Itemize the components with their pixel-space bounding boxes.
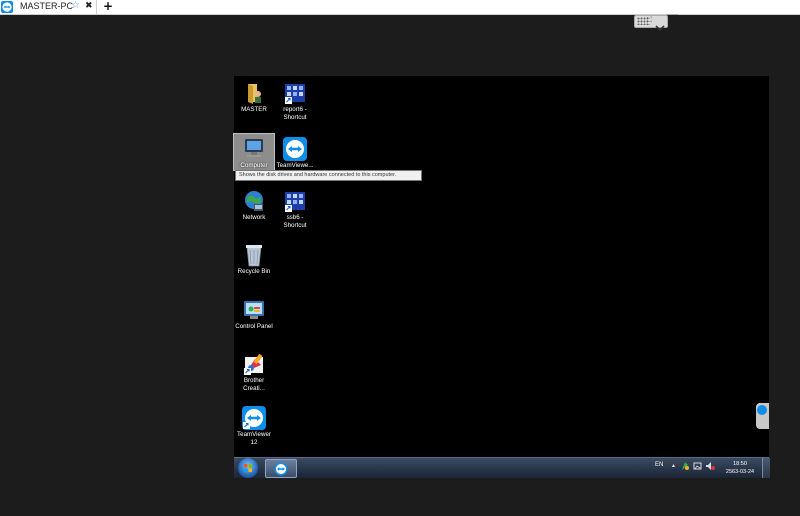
desktop-icon-computer[interactable]: Computer [233,133,275,171]
toolbar-handle-line [666,14,678,15]
control-panel-icon [241,297,267,323]
desktop-icon-report6-shortcut[interactable]: report6 - Shortcut [275,80,315,122]
desktop-icon-teamviewer[interactable]: TeamViewe... [275,134,315,170]
desktop-icon-ssb6-shortcut[interactable]: ssb6 - Shortcut [275,188,315,230]
teamviewer-side-panel-handle[interactable] [756,403,769,429]
taskbar-teamviewer-button[interactable] [265,459,297,478]
start-button[interactable] [238,458,258,478]
tab-bar: MASTER-PC ☆ ✖ + [0,0,800,15]
brother-icon [241,351,267,377]
desktop-icon-label: ssb6 - Shortcut [283,214,307,229]
fullscreen-icon[interactable]: ⛶ [647,15,652,26]
app-shortcut-icon [282,80,308,106]
desktop-icon-label: Computer [240,162,268,169]
chevron-down-icon[interactable] [655,17,665,36]
app-shortcut-icon [282,188,308,214]
computer-icon [241,136,267,162]
desktop-icon-brother-creative[interactable]: Brother Creati... [234,351,274,393]
language-indicator[interactable]: EN [655,462,663,468]
teamviewer-icon [274,461,288,480]
desktop-icon-teamviewer-12[interactable]: TeamViewer 12 [234,405,274,447]
desktop-icon-label: Network [242,214,266,221]
add-tab-icon[interactable]: + [103,0,113,13]
teamviewer-icon [282,136,308,162]
clock-date: 2563-03-24 [725,469,755,475]
desktop-icon-label: TeamViewe... [276,162,314,169]
desktop-icon-label: Control Panel [235,323,273,330]
desktop-icon-control-panel[interactable]: Control Panel [234,297,274,331]
action-center-icon[interactable] [693,461,702,473]
desktop-icon-label: Brother Creati... [243,377,265,392]
tooltip: Shows the disk drives and hardware conne… [235,170,422,181]
remote-desktop[interactable]: MASTER report6 - Shortcut Computer TeamV… [233,76,770,478]
tab-title: MASTER-PC [20,1,74,11]
desktop-icon-master[interactable]: MASTER [234,80,274,114]
desktop-icon-label: report6 - Shortcut [283,106,307,121]
volume-icon[interactable] [705,461,715,473]
teamviewer-logo-icon [1,1,13,13]
show-desktop-button[interactable] [762,458,770,478]
network-icon [241,188,267,214]
toolbar-handle[interactable]: ⛶ [634,15,668,32]
tray-app-icon[interactable] [681,461,690,473]
user-folder-icon [241,80,267,106]
taskbar: EN ▲ 18:50 2563-03-24 [234,457,770,478]
teamviewer-icon [757,405,767,415]
tab-master-pc[interactable]: MASTER-PC ☆ ✖ [16,0,97,14]
star-icon[interactable]: ☆ [71,0,80,12]
clock-time: 18:50 [733,461,747,467]
desktop-icon-network[interactable]: Network [234,188,274,222]
close-icon[interactable]: ✖ [85,0,93,13]
desktop-icon-label: MASTER [241,106,267,113]
desktop-icon-recycle-bin[interactable]: Recycle Bin [234,242,274,276]
desktop-icon-label: TeamViewer 12 [237,431,271,446]
teamviewer-icon [241,405,267,431]
clock[interactable]: 18:50 2563-03-24 [718,460,762,476]
tray-expand-icon[interactable]: ▲ [671,463,676,469]
recycle-bin-icon [241,242,267,268]
desktop-icon-label: Recycle Bin [237,268,271,275]
